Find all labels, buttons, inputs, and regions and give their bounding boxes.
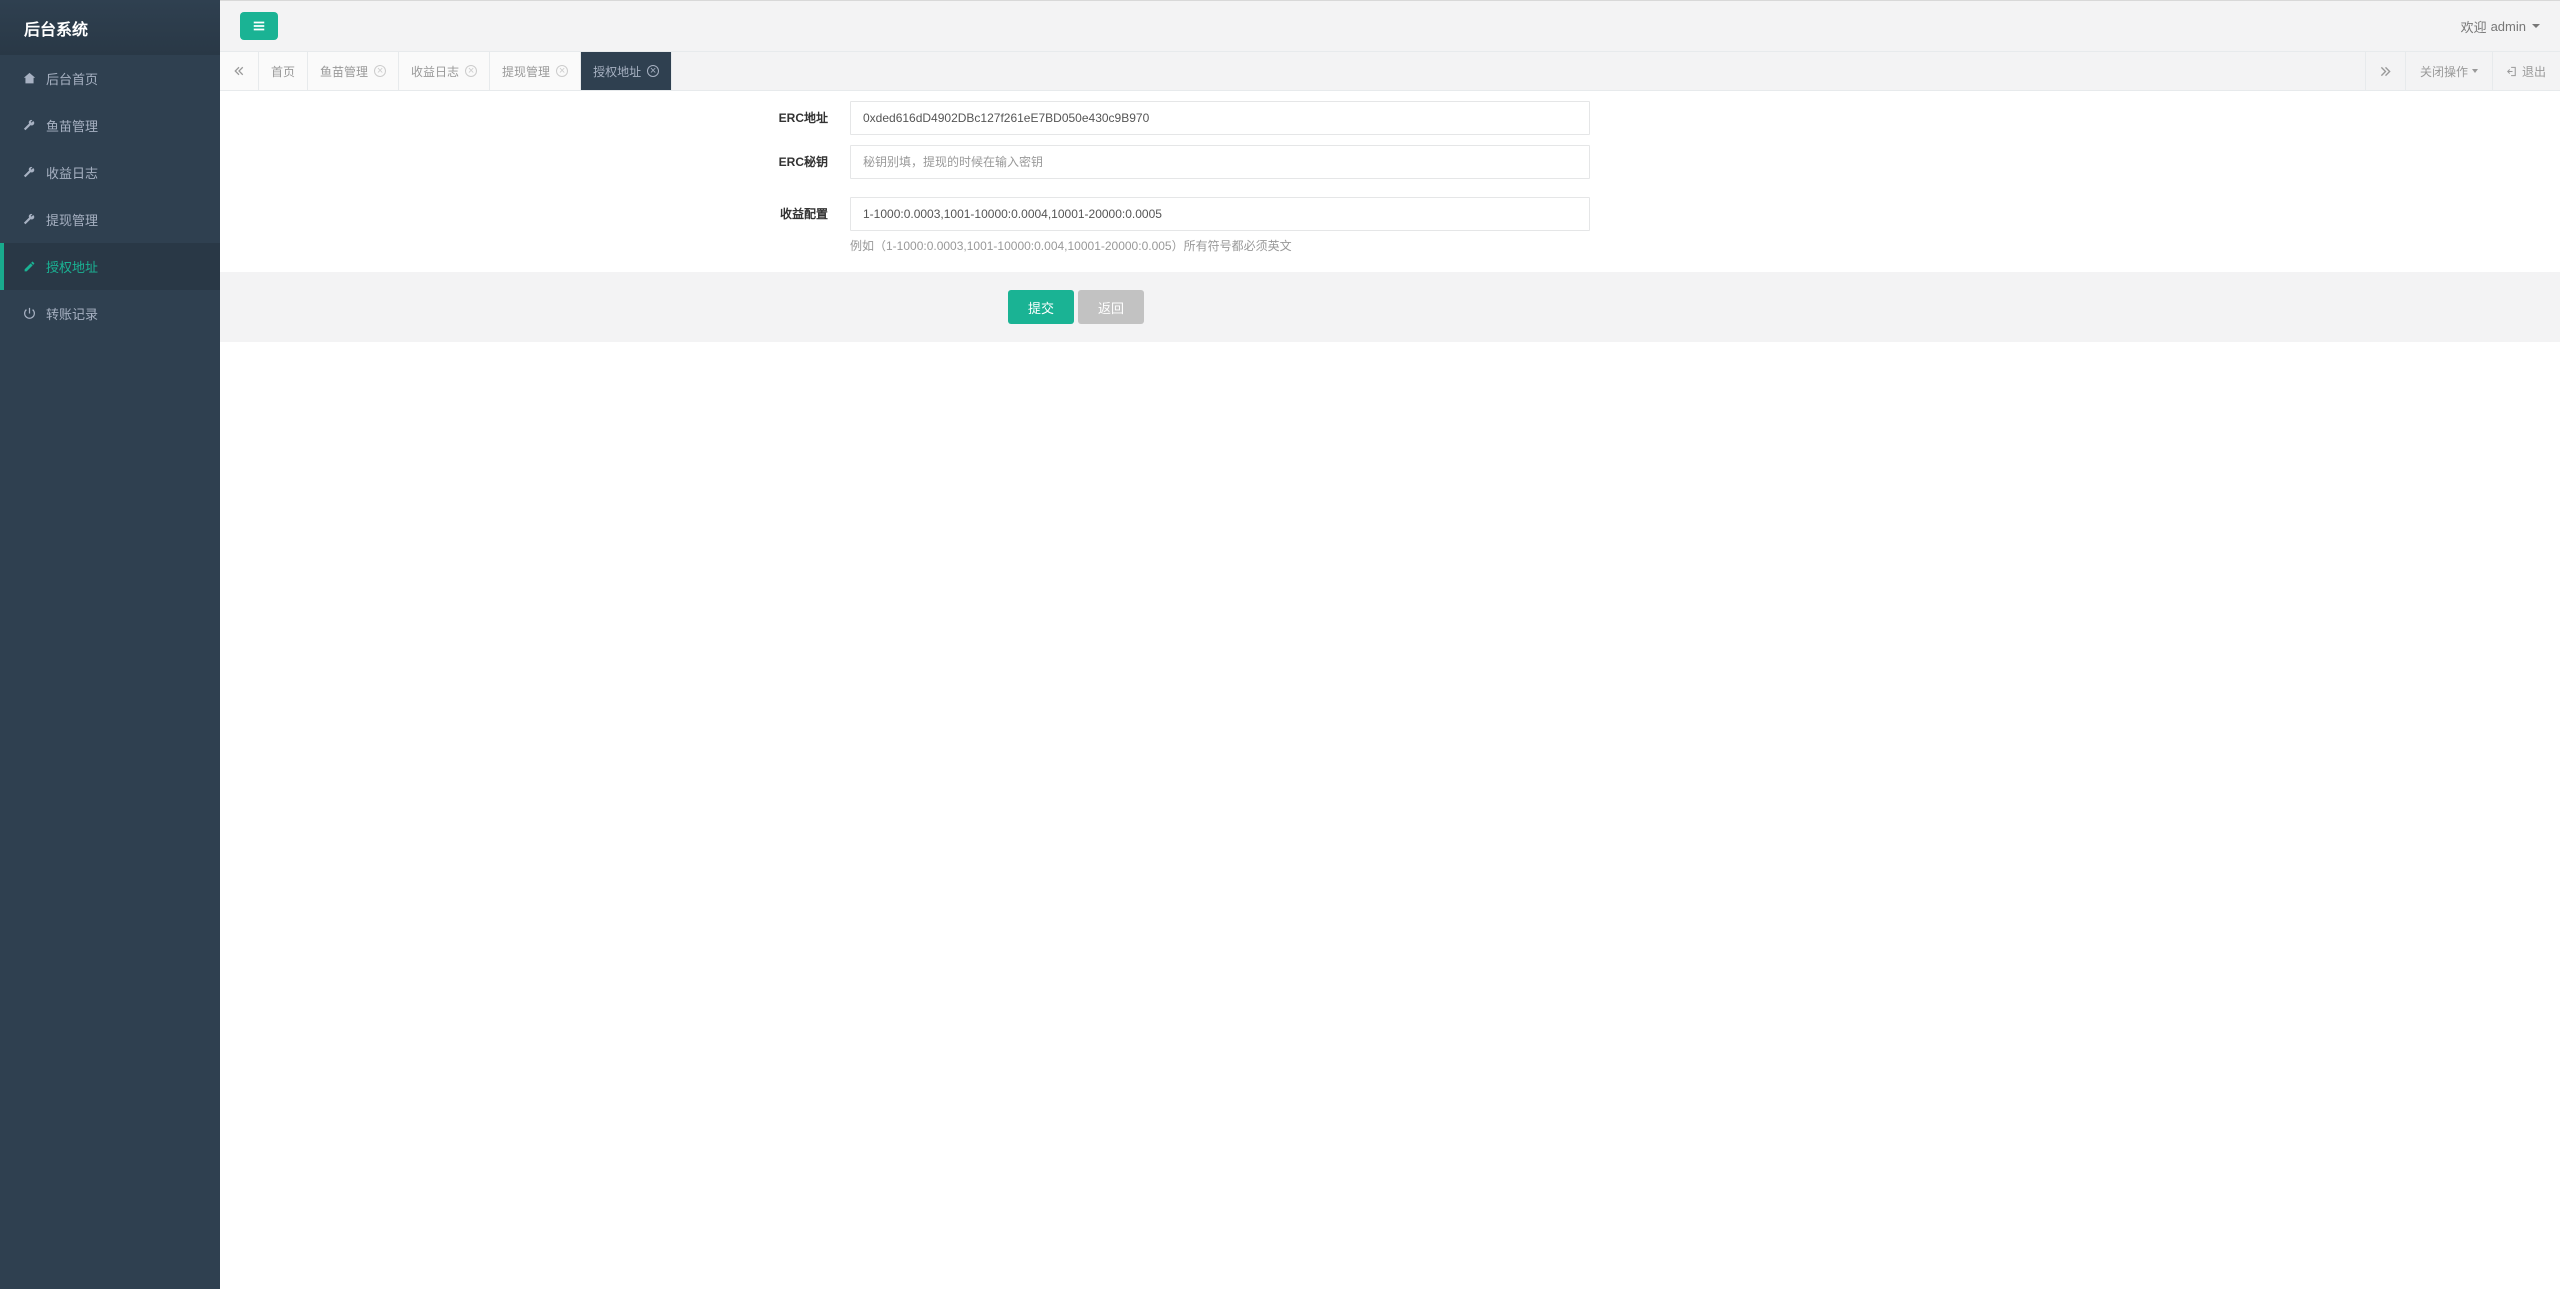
- sidebar-toggle-button[interactable]: [240, 12, 278, 40]
- home-icon: [22, 72, 36, 86]
- wrench-icon: [22, 119, 36, 133]
- tab-close-icon[interactable]: ×: [556, 65, 568, 77]
- sidebar-item-withdraw[interactable]: 提现管理: [0, 196, 220, 243]
- hamburger-icon: [252, 19, 266, 33]
- tab-auth-address[interactable]: 授权地址 ×: [581, 52, 672, 90]
- erc-secret-label: ERC秘钥: [220, 145, 850, 170]
- profit-config-label: 收益配置: [220, 197, 850, 222]
- submit-button[interactable]: 提交: [1008, 290, 1074, 324]
- tab-label: 首页: [271, 63, 295, 80]
- tab-withdraw[interactable]: 提现管理 ×: [490, 52, 581, 90]
- sidebar: 后台系统 后台首页 鱼苗管理 收益日志: [0, 0, 220, 1289]
- exit-label: 退出: [2522, 63, 2546, 80]
- form-actions: 提交 返回: [220, 272, 2560, 342]
- field-erc-address: ERC地址: [220, 101, 2560, 135]
- sidebar-item-fish[interactable]: 鱼苗管理: [0, 102, 220, 149]
- tabs-scroll-left[interactable]: [220, 52, 259, 90]
- sidebar-item-dashboard[interactable]: 后台首页: [0, 55, 220, 102]
- caret-down-icon: [2532, 24, 2540, 28]
- erc-address-input[interactable]: [850, 101, 1590, 135]
- sidebar-item-transfer[interactable]: 转账记录: [0, 290, 220, 337]
- sidebar-item-label: 提现管理: [46, 210, 98, 229]
- sidebar-item-label: 授权地址: [46, 257, 98, 276]
- field-profit-config: 收益配置 例如（1-1000:0.0003,1001-10000:0.004,1…: [220, 197, 2560, 254]
- profit-config-input[interactable]: [850, 197, 1590, 231]
- username: admin: [2491, 19, 2526, 34]
- tab-close-icon[interactable]: ×: [465, 65, 477, 77]
- tab-close-icon[interactable]: ×: [647, 65, 659, 77]
- sidebar-item-auth-address[interactable]: 授权地址: [0, 243, 220, 290]
- main: 欢迎 admin 首页 鱼苗管理 × 收益日志: [220, 0, 2560, 1289]
- welcome-prefix: 欢迎: [2461, 17, 2487, 36]
- content: ERC地址 ERC秘钥 收益配置 例如（1-1000:0.0003,10: [220, 91, 2560, 1289]
- sidebar-item-label: 收益日志: [46, 163, 98, 182]
- app-title: 后台系统: [24, 16, 88, 40]
- exit-icon: [2507, 66, 2518, 77]
- erc-address-label: ERC地址: [220, 101, 850, 126]
- tab-label: 鱼苗管理: [320, 63, 368, 80]
- caret-down-icon: [2472, 69, 2478, 73]
- sidebar-header: 后台系统: [0, 0, 220, 55]
- erc-secret-input[interactable]: [850, 145, 1590, 179]
- tab-profit-log[interactable]: 收益日志 ×: [399, 52, 490, 90]
- tab-label: 授权地址: [593, 63, 641, 80]
- tabs-scroll-right[interactable]: [2365, 52, 2405, 90]
- sidebar-nav: 后台首页 鱼苗管理 收益日志 提现管理: [0, 55, 220, 337]
- double-right-icon: [2380, 66, 2391, 77]
- user-menu[interactable]: 欢迎 admin: [2461, 17, 2540, 36]
- sidebar-item-label: 转账记录: [46, 304, 98, 323]
- exit-button[interactable]: 退出: [2492, 52, 2560, 90]
- back-button[interactable]: 返回: [1078, 290, 1144, 324]
- tab-label: 提现管理: [502, 63, 550, 80]
- sidebar-item-profit-log[interactable]: 收益日志: [0, 149, 220, 196]
- close-operations-menu[interactable]: 关闭操作: [2405, 52, 2492, 90]
- edit-icon: [22, 260, 36, 274]
- tab-fish[interactable]: 鱼苗管理 ×: [308, 52, 399, 90]
- profit-config-help: 例如（1-1000:0.0003,1001-10000:0.004,10001-…: [850, 237, 1590, 254]
- close-ops-label: 关闭操作: [2420, 63, 2468, 80]
- wrench-icon: [22, 166, 36, 180]
- field-erc-secret: ERC秘钥: [220, 145, 2560, 179]
- double-left-icon: [234, 66, 244, 76]
- tabs-bar: 首页 鱼苗管理 × 收益日志 × 提现管理 × 授权地址 ×: [220, 51, 2560, 91]
- auth-address-form: ERC地址 ERC秘钥 收益配置 例如（1-1000:0.0003,10: [220, 91, 2560, 342]
- tab-close-icon[interactable]: ×: [374, 65, 386, 77]
- topbar: 欢迎 admin: [220, 1, 2560, 51]
- tab-label: 收益日志: [411, 63, 459, 80]
- tab-home[interactable]: 首页: [259, 52, 308, 90]
- power-icon: [22, 307, 36, 321]
- sidebar-item-label: 鱼苗管理: [46, 116, 98, 135]
- sidebar-item-label: 后台首页: [46, 69, 98, 88]
- wrench-icon: [22, 213, 36, 227]
